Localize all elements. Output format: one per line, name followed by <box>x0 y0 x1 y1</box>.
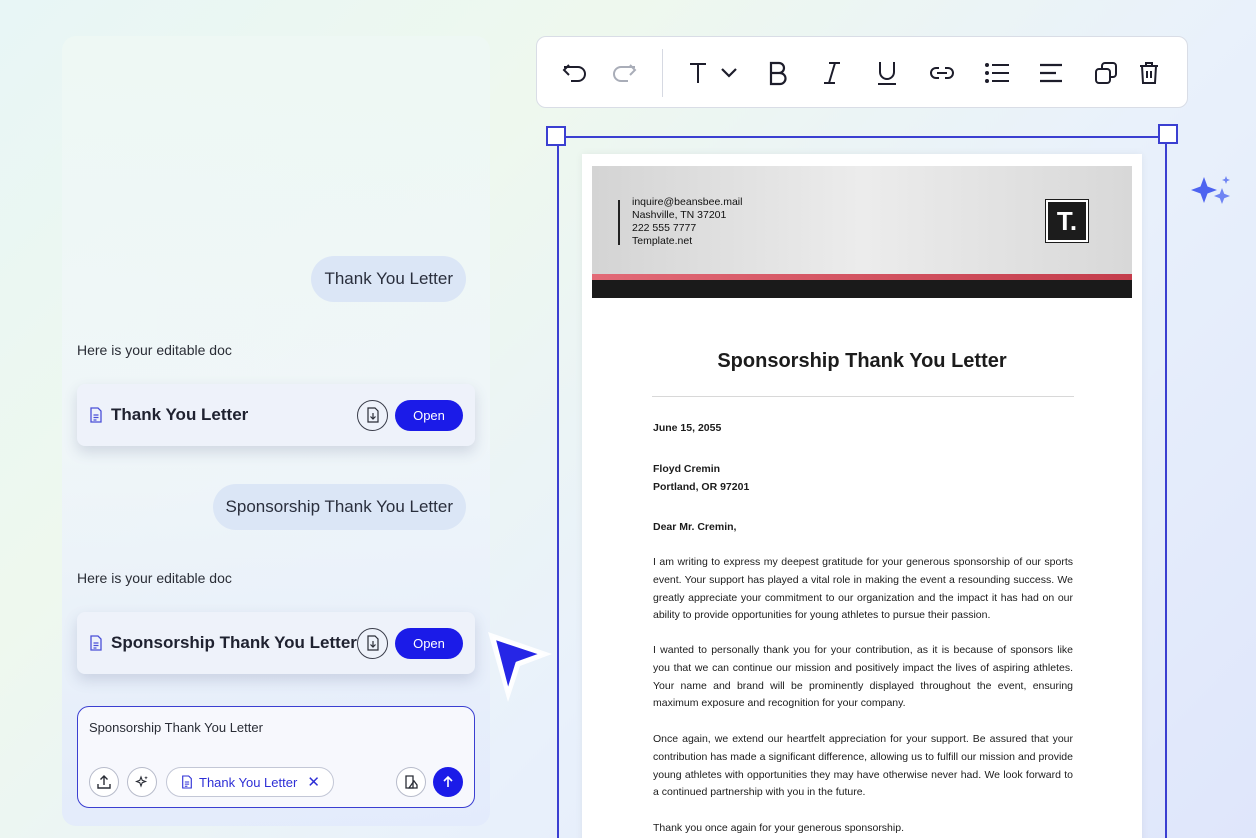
underline-button[interactable] <box>871 57 903 89</box>
contact-address: Nashville, TN 37201 <box>632 209 727 221</box>
recipient-name: Floyd Cremin <box>653 463 721 475</box>
delete-button[interactable] <box>1133 57 1165 89</box>
assistant-reply-text: Here is your editable doc <box>77 570 232 586</box>
send-button[interactable] <box>433 767 463 797</box>
company-logo: T. <box>1045 199 1089 243</box>
download-icon <box>366 407 379 423</box>
recipient-address: Portland, OR 97201 <box>653 481 750 493</box>
resize-handle-top-right[interactable] <box>1158 124 1178 144</box>
assistant-reply-text: Here is your editable doc <box>77 342 232 358</box>
user-message-bubble: Thank You Letter <box>311 256 466 302</box>
pointer-cursor-icon <box>488 632 552 702</box>
download-button[interactable] <box>357 399 388 431</box>
sparkle-icon <box>135 775 148 788</box>
redo-button[interactable] <box>608 57 640 89</box>
italic-button[interactable] <box>816 57 848 89</box>
text-style-button[interactable] <box>684 57 744 89</box>
letterhead: inquire@beansbee.mail Nashville, TN 3720… <box>592 166 1132 276</box>
user-message-bubble: Sponsorship Thank You Letter <box>212 484 466 530</box>
toolbar-divider <box>662 49 663 97</box>
chat-input[interactable]: Sponsorship Thank You Letter Thank You L… <box>77 706 475 808</box>
doc-card[interactable]: Thank You Letter Open <box>77 384 475 446</box>
doc-card-title: Sponsorship Thank You Letter <box>111 633 357 652</box>
title-divider <box>652 396 1074 397</box>
body-paragraph: I am writing to express my deepest grati… <box>653 556 1073 622</box>
upload-button[interactable] <box>89 767 119 797</box>
document-icon <box>182 775 192 789</box>
user-message-text: Sponsorship Thank You Letter <box>225 497 453 516</box>
attachment-chip[interactable]: Thank You Letter ✕ <box>166 767 334 797</box>
user-message-text: Thank You Letter <box>324 269 453 288</box>
attachment-chip-label: Thank You Letter <box>199 774 298 790</box>
align-button[interactable] <box>1035 57 1067 89</box>
undo-button[interactable] <box>559 57 591 89</box>
letter-date: June 15, 2055 <box>653 422 722 434</box>
list-icon <box>985 63 1009 83</box>
italic-icon <box>824 62 840 84</box>
duplicate-button[interactable] <box>1090 57 1122 89</box>
document-title: Sponsorship Thank You Letter <box>717 350 1007 372</box>
document-page[interactable]: inquire@beansbee.mail Nashville, TN 3720… <box>582 154 1142 838</box>
close-icon[interactable]: ✕ <box>307 773 320 791</box>
letterhead-black-band <box>592 280 1132 298</box>
arrow-up-icon <box>443 775 453 787</box>
body-paragraph: Once again, we extend our heartfelt appr… <box>653 733 1073 799</box>
undo-icon <box>562 64 586 82</box>
editor-toolbar <box>536 36 1188 108</box>
download-icon <box>366 635 379 651</box>
chat-panel: Thank You Letter Here is your editable d… <box>62 36 490 826</box>
underline-icon <box>878 62 896 85</box>
salutation: Dear Mr. Cremin, <box>653 521 737 533</box>
link-button[interactable] <box>926 57 958 89</box>
body-paragraph: I wanted to personally thank you for you… <box>653 644 1073 710</box>
image-icon <box>405 775 418 789</box>
document-icon <box>90 407 102 423</box>
letterhead-contact: inquire@beansbee.mail Nashville, TN 3720… <box>632 196 742 248</box>
document-icon <box>90 635 102 651</box>
chat-input-text[interactable]: Sponsorship Thank You Letter <box>89 720 263 735</box>
align-left-icon <box>1040 63 1062 83</box>
link-icon <box>930 67 954 79</box>
contact-website: Template.net <box>632 235 693 247</box>
list-button[interactable] <box>981 57 1013 89</box>
resize-handle-top-left[interactable] <box>546 126 566 146</box>
contact-email: inquire@beansbee.mail <box>632 196 743 208</box>
bold-icon <box>769 61 787 86</box>
gallery-button[interactable] <box>396 767 426 797</box>
text-style-icon <box>690 63 737 83</box>
bold-button[interactable] <box>762 57 794 89</box>
body-paragraph: Thank you once again for your generous s… <box>653 822 904 834</box>
ai-sparkle-button[interactable] <box>127 767 157 797</box>
download-button[interactable] <box>357 627 388 659</box>
open-button[interactable]: Open <box>395 399 463 431</box>
open-button[interactable]: Open <box>395 627 463 659</box>
duplicate-icon <box>1095 62 1117 84</box>
redo-icon <box>613 64 637 82</box>
doc-card[interactable]: Sponsorship Thank You Letter Open <box>77 612 475 674</box>
letterhead-divider <box>618 200 620 245</box>
sparkles-icon <box>1191 176 1230 204</box>
upload-icon <box>97 775 111 789</box>
contact-phone: 222 555 7777 <box>632 222 697 234</box>
trash-icon <box>1140 62 1158 84</box>
doc-card-title: Thank You Letter <box>111 405 249 424</box>
